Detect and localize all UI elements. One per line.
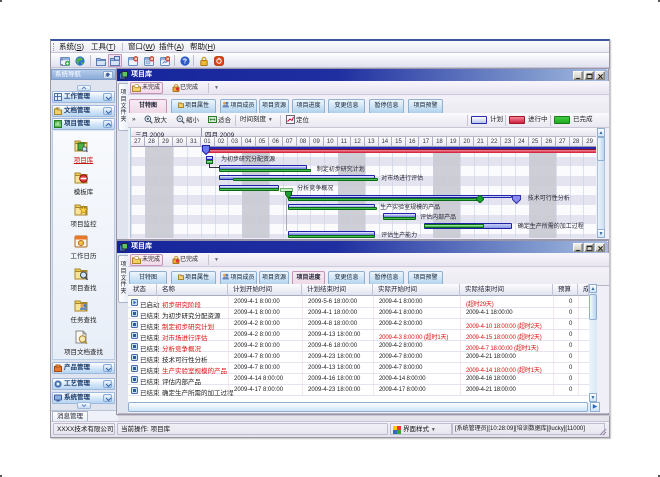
svg-text:?: ? [182, 59, 186, 66]
